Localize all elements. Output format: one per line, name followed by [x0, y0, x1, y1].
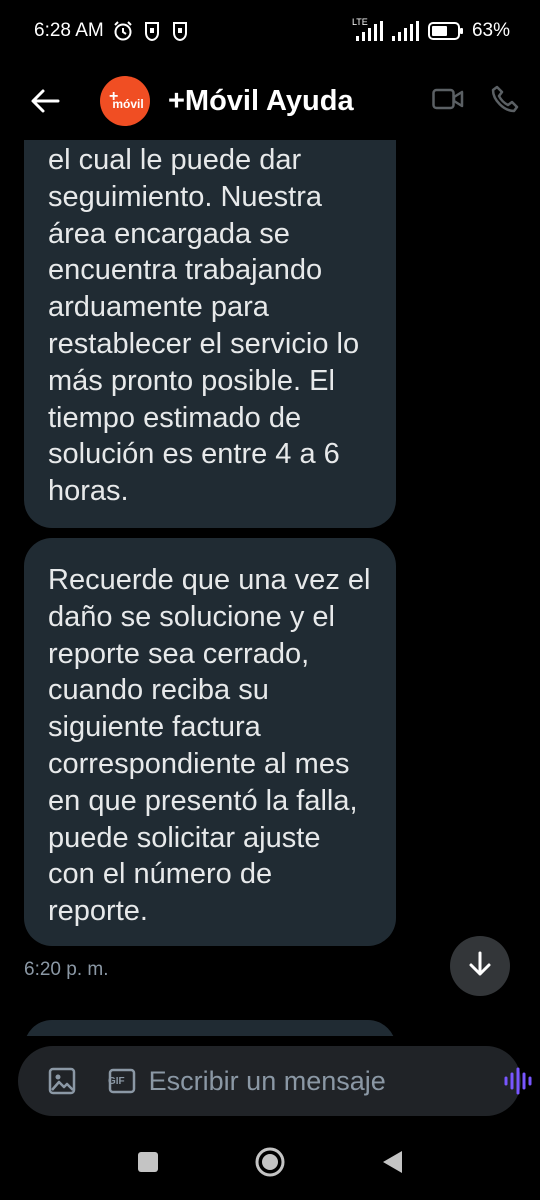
status-bar: 6:28 AM LTE 63%: [0, 0, 540, 62]
recents-icon[interactable]: [136, 1150, 160, 1179]
message-bubble: el cual le puede dar seguimiento. Nuestr…: [24, 140, 396, 528]
gif-icon[interactable]: GIF: [108, 1067, 136, 1095]
message-input[interactable]: [148, 1065, 503, 1097]
voice-icon[interactable]: [503, 1066, 533, 1096]
message-timestamp: 6:20 p. m.: [24, 959, 109, 980]
signal-icon: LTE: [352, 17, 384, 41]
avatar[interactable]: + móvil: [100, 76, 150, 126]
navigation-bar: [0, 1128, 540, 1200]
status-right: LTE 63%: [352, 17, 510, 42]
message-composer: GIF: [18, 1046, 532, 1116]
alarm-icon: [112, 20, 134, 42]
signal-icon: [391, 21, 420, 41]
message-text: el cual le puede dar seguimiento. Nuestr…: [48, 144, 360, 508]
status-time: 6:28 AM: [34, 20, 104, 41]
scroll-down-button[interactable]: [450, 936, 510, 996]
image-icon[interactable]: [48, 1067, 76, 1095]
message-bubble: Recuerde que una vez el daño se solucion…: [24, 538, 396, 946]
gif-label: GIF: [108, 1075, 125, 1087]
arrow-down-icon: [468, 950, 492, 983]
avatar-plus: +: [109, 88, 119, 105]
message-text: Recuerde que una vez el daño se solucion…: [48, 564, 371, 928]
notification-icon: [142, 20, 162, 42]
chat-title[interactable]: +Móvil Ayuda: [168, 85, 432, 118]
battery-percent: 63%: [471, 20, 510, 41]
back-icon[interactable]: [380, 1149, 404, 1180]
notification-icon: [170, 20, 190, 42]
back-arrow-icon[interactable]: [30, 81, 70, 121]
chat-area[interactable]: el cual le puede dar seguimiento. Nuestr…: [0, 140, 540, 1036]
header-actions: [432, 84, 520, 119]
message-bubble: [24, 1020, 396, 1036]
home-icon[interactable]: [254, 1146, 286, 1183]
phone-icon[interactable]: [490, 84, 520, 119]
chat-header: + móvil +Móvil Ayuda: [0, 62, 540, 140]
network-type: LTE: [351, 17, 368, 27]
video-call-icon[interactable]: [432, 87, 464, 116]
battery-icon: [427, 21, 464, 41]
status-left: 6:28 AM: [34, 20, 190, 42]
